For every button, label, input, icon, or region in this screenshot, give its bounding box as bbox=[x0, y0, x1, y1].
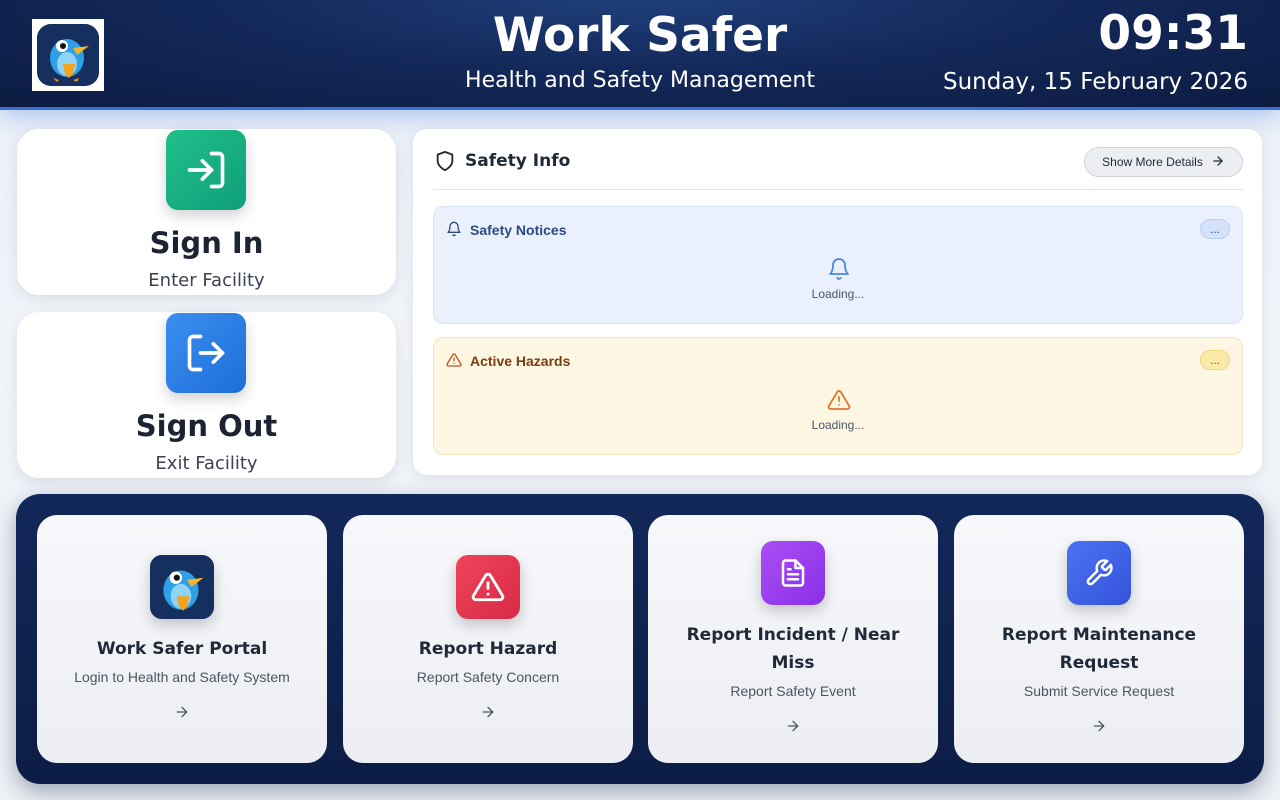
sign-out-button[interactable]: Sign Out Exit Facility bbox=[17, 312, 396, 478]
active-hazards-panel: Active Hazards ... Loading... bbox=[433, 337, 1243, 455]
tile-title: Report Hazard bbox=[418, 639, 558, 659]
bird-logo-icon bbox=[150, 555, 214, 619]
tile-subtitle: Login to Health and Safety System bbox=[74, 669, 290, 685]
sign-in-icon bbox=[166, 130, 246, 210]
safety-notices-panel: Safety Notices ... Loading... bbox=[433, 206, 1243, 324]
arrow-right-icon bbox=[1211, 154, 1225, 171]
safety-notices-loading: Loading... bbox=[811, 287, 865, 301]
header-bar: Work Safer Health and Safety Management … bbox=[0, 0, 1280, 110]
safety-notices-title: Safety Notices bbox=[470, 222, 567, 238]
tile-subtitle: Submit Service Request bbox=[1023, 683, 1175, 699]
tile-subtitle: Report Safety Event bbox=[730, 683, 856, 699]
sign-in-button[interactable]: Sign In Enter Facility bbox=[17, 129, 396, 295]
active-hazards-more-button[interactable]: ... bbox=[1200, 350, 1230, 370]
shield-icon bbox=[434, 150, 456, 177]
tile-title: Work Safer Portal bbox=[96, 639, 268, 659]
document-icon bbox=[761, 541, 825, 605]
warning-triangle-icon bbox=[446, 352, 462, 373]
warning-loading-icon bbox=[827, 388, 851, 417]
clock-time: 09:31 bbox=[1098, 6, 1248, 61]
work-safer-portal-tile[interactable]: Work Safer Portal Login to Health and Sa… bbox=[37, 515, 327, 763]
tile-title: Report Maintenance Request bbox=[1001, 625, 1197, 673]
safety-info-panel: Safety Info Show More Details Safety Not… bbox=[413, 129, 1262, 475]
report-maintenance-tile[interactable]: Report Maintenance Request Submit Servic… bbox=[954, 515, 1244, 763]
sign-out-label: Sign Out bbox=[135, 409, 278, 443]
sign-out-icon bbox=[166, 313, 246, 393]
report-incident-tile[interactable]: Report Incident / Near Miss Report Safet… bbox=[648, 515, 938, 763]
arrow-right-icon bbox=[174, 704, 190, 725]
arrow-right-icon bbox=[785, 718, 801, 739]
bell-icon bbox=[446, 221, 462, 242]
safety-info-title: Safety Info bbox=[465, 151, 571, 171]
report-hazard-tile[interactable]: Report Hazard Report Safety Concern bbox=[343, 515, 633, 763]
app-title: Work Safer bbox=[492, 8, 788, 63]
arrow-right-icon bbox=[480, 704, 496, 725]
divider bbox=[433, 189, 1243, 190]
quick-actions-tray: Work Safer Portal Login to Health and Sa… bbox=[16, 494, 1264, 784]
arrow-right-icon bbox=[1091, 718, 1107, 739]
clock-date: Sunday, 15 February 2026 bbox=[942, 69, 1248, 95]
show-more-details-label: Show More Details bbox=[1102, 155, 1203, 169]
sign-out-subtitle: Exit Facility bbox=[155, 453, 258, 474]
wrench-icon bbox=[1067, 541, 1131, 605]
active-hazards-title: Active Hazards bbox=[470, 353, 571, 369]
warning-triangle-icon bbox=[456, 555, 520, 619]
safety-notices-more-button[interactable]: ... bbox=[1200, 219, 1230, 239]
sign-in-label: Sign In bbox=[149, 226, 264, 260]
tile-title: Report Incident / Near Miss bbox=[686, 625, 900, 673]
active-hazards-loading: Loading... bbox=[811, 418, 865, 432]
bell-loading-icon bbox=[827, 257, 851, 286]
tile-subtitle: Report Safety Concern bbox=[416, 669, 560, 685]
show-more-details-button[interactable]: Show More Details bbox=[1084, 147, 1243, 177]
sign-in-subtitle: Enter Facility bbox=[148, 270, 265, 291]
